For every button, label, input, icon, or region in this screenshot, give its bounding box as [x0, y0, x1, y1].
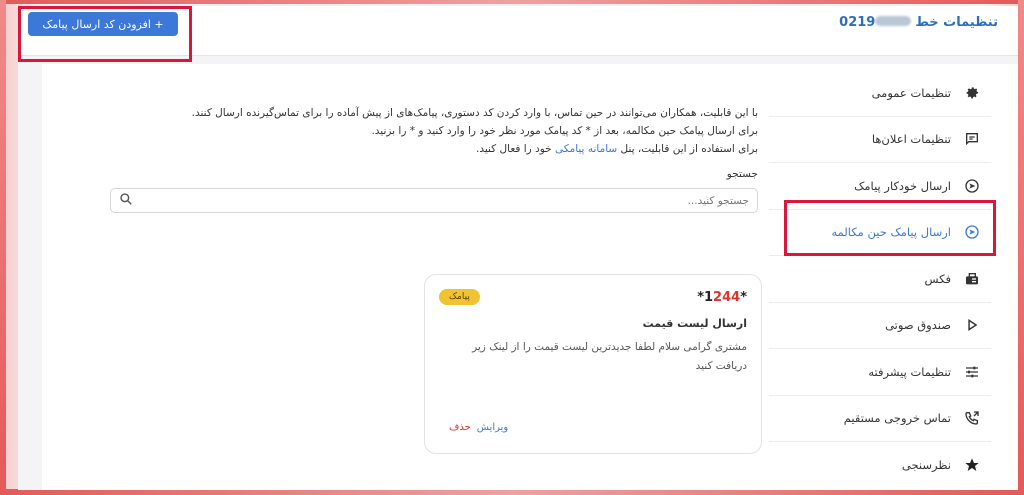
card-title: ارسال لیست قیمت [642, 317, 747, 330]
phone-forward-icon [963, 409, 981, 427]
sidebar-item-survey[interactable]: نظرسنجی [769, 442, 991, 489]
sliders-icon [963, 363, 981, 381]
sidebar-item-general[interactable]: تنظیمات عمومی [769, 70, 991, 117]
sidebar-item-advanced[interactable]: تنظیمات پیشرفته [769, 349, 991, 396]
gear-icon [963, 84, 981, 102]
phone-number: 0219 [839, 15, 912, 30]
sidebar-item-fax[interactable]: فکس [769, 256, 991, 303]
frame-left-border [0, 0, 6, 495]
sidebar-item-label: تنظیمات عمومی [871, 85, 951, 100]
page-title: تنظیمات خط 0219 [839, 15, 998, 30]
code-number: 244 [713, 289, 741, 305]
description-line-2: برای ارسال پیامک حین مکالمه، بعد از * کد… [371, 125, 758, 137]
search-label: جستجو [726, 168, 758, 180]
card-header: *1244* پیامک [439, 289, 747, 305]
sms-system-link[interactable]: سامانه پیامکی [555, 143, 617, 155]
fax-icon [963, 270, 981, 288]
app-window: تنظیمات خط 0219 + افزودن کد ارسال پیامک … [18, 6, 1018, 490]
frame-right-border [1018, 0, 1024, 495]
sidebar-item-voicemail[interactable]: صندوق صوتی [769, 303, 991, 349]
phone-prefix: 0219 [839, 15, 876, 30]
code-prefix: *1 [697, 289, 714, 305]
sidebar-item-label: نظرسنجی [901, 458, 951, 473]
sms-code: *1244* [697, 290, 747, 305]
main-content: تنظیمات عمومی تنظیمات اعلان‌ها ارسال خود… [42, 64, 1018, 490]
edit-link[interactable]: ویرایش [477, 422, 508, 433]
sms-code-card: *1244* پیامک ارسال لیست قیمت مشتری گرامی… [424, 274, 762, 454]
blurred-phone-digits [875, 16, 912, 26]
delete-link[interactable]: حذف [449, 422, 471, 433]
sidebar-item-label: فکس [924, 271, 951, 286]
description-line-3: برای استفاده از این قابلیت، پنل سامانه پ… [108, 140, 758, 158]
card-message: مشتری گرامی سلام لطفا جدیدترین لیست قیمت… [472, 341, 747, 372]
code-suffix: * [740, 289, 747, 305]
play-icon [963, 316, 981, 334]
message-icon [963, 130, 981, 148]
star-icon [963, 456, 981, 474]
feature-description: با این قابلیت، همکاران می‌توانند در حین … [108, 104, 758, 158]
page-title-text: تنظیمات خط [915, 15, 998, 30]
sidebar-item-label: ارسال خودکار پیامک [854, 178, 951, 193]
highlight-active-sidebar-item [784, 200, 996, 256]
search-input[interactable] [149, 194, 749, 207]
search-box [110, 188, 758, 213]
search-icon[interactable] [119, 192, 133, 209]
sidebar-item-direct-outbound[interactable]: تماس خروجی مستقیم [769, 396, 991, 442]
sidebar-item-label: تماس خروجی مستقیم [843, 411, 951, 426]
frame-top-border [0, 0, 1024, 4]
description-line-3-start: برای استفاده از این قابلیت، پنل [617, 143, 758, 155]
settings-sidebar: تنظیمات عمومی تنظیمات اعلان‌ها ارسال خود… [769, 70, 991, 484]
in-call-sms-panel: با این قابلیت، همکاران می‌توانند در حین … [108, 104, 762, 454]
sidebar-item-notifications[interactable]: تنظیمات اعلان‌ها [769, 117, 991, 163]
sidebar-item-label: تنظیمات اعلان‌ها [871, 132, 951, 147]
description-line-3-end: خود را فعال کنید. [475, 143, 556, 155]
sidebar-item-label: تنظیمات پیشرفته [868, 364, 951, 379]
send-circle-icon [963, 177, 981, 195]
card-actions: ویرایش حذف [449, 422, 508, 433]
highlight-add-button [18, 6, 192, 62]
description-line-1: با این قابلیت، همکاران می‌توانند در حین … [191, 107, 758, 119]
type-badge: پیامک [439, 289, 480, 305]
sidebar-item-label: صندوق صوتی [885, 318, 951, 333]
